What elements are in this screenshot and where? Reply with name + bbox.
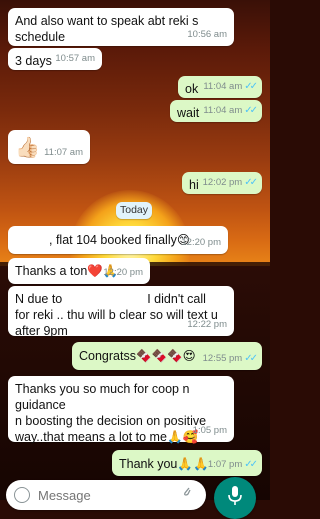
message-bubble-incoming[interactable]: 👍🏻 11:07 am (8, 130, 90, 164)
read-receipt-icon: ✓✓ (244, 105, 258, 116)
message-bubble-incoming[interactable]: 3 days 10:57 am (8, 48, 102, 70)
message-bubble-incoming[interactable]: , flat 104 booked finally😊 12:20 pm (8, 226, 228, 254)
message-bubble-incoming[interactable]: And also want to speak abt reki s schedu… (8, 8, 234, 46)
message-bubble-outgoing[interactable]: Congratss🍫🍫🍫😍 12:55 pm ✓✓ (72, 342, 262, 370)
message-bubble-incoming[interactable]: N due to I didn't call for reki .. thu w… (8, 286, 234, 338)
attach-icon[interactable] (182, 485, 192, 499)
message-composer (6, 480, 206, 510)
message-text: Thanks a ton (15, 264, 88, 278)
message-text: 3 days (15, 54, 52, 68)
read-receipt-icon: ✓✓ (244, 353, 258, 364)
message-time: 12:20 pm (181, 237, 221, 248)
message-bubble-outgoing[interactable]: ok 11:04 am ✓✓ (178, 76, 262, 98)
message-list: And also want to speak abt reki s schedu… (0, 0, 270, 500)
message-text: Thanks you so much for coop n guidance (15, 382, 190, 412)
emoji-icon[interactable] (14, 487, 30, 503)
message-text: way..that means a lot to me (15, 430, 167, 444)
date-separator: Today (116, 202, 152, 219)
message-text: , flat 104 booked finally (49, 233, 177, 247)
message-text: hi (189, 178, 199, 192)
message-text: ok (185, 82, 199, 96)
message-text: wait (177, 106, 200, 120)
read-receipt-icon: ✓✓ (244, 459, 258, 470)
microphone-icon (228, 486, 242, 505)
microphone-button[interactable] (214, 477, 256, 519)
message-text: Thank you (119, 457, 178, 471)
message-time: 10:56 am (187, 29, 227, 40)
message-time: 12:20 pm (103, 267, 143, 278)
message-input[interactable] (36, 484, 160, 506)
message-time: 12:55 pm (202, 353, 243, 364)
message-bubble-outgoing[interactable]: hi 12:02 pm ✓✓ (182, 172, 262, 194)
message-time: 11:04 am (203, 105, 243, 116)
message-bubble-outgoing[interactable]: wait 11:04 am ✓✓ (170, 100, 262, 122)
pray-emoji-icon: 🙏🙏 (177, 456, 209, 471)
thumbs-up-icon: 👍🏻 (15, 135, 40, 159)
chocolate-emoji-icon: 🍫🍫🍫😍 (135, 348, 196, 363)
message-bubble-outgoing[interactable]: Thank you🙏🙏 1:07 pm ✓✓ (112, 450, 262, 476)
message-time: 1:07 pm (207, 459, 243, 470)
message-time: 12:02 pm (202, 177, 243, 188)
message-time: 10:57 am (55, 53, 95, 64)
message-time: 12:22 pm (187, 319, 227, 330)
message-text: I didn't call (147, 292, 206, 306)
message-text: N due to (15, 292, 63, 306)
message-time: 11:04 am (203, 81, 243, 92)
message-bubble-incoming[interactable]: Thanks you so much for coop n guidance n… (8, 376, 234, 444)
read-receipt-icon: ✓✓ (244, 81, 258, 92)
read-receipt-icon: ✓✓ (244, 177, 258, 188)
message-time: 1:05 pm (192, 425, 227, 436)
message-time: 11:07 am (44, 147, 83, 158)
message-bubble-incoming[interactable]: Thanks a ton❤️🙏 12:20 pm (8, 258, 150, 284)
message-text: Congratss (79, 349, 136, 363)
